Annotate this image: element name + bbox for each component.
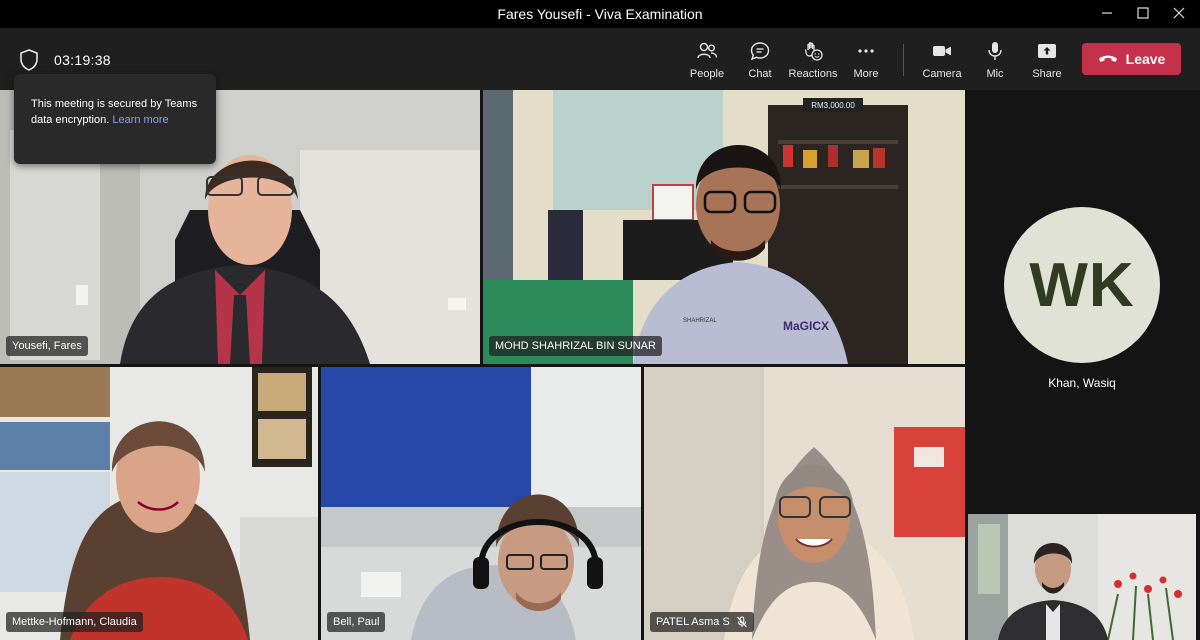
share-icon — [1038, 44, 1056, 58]
leave-label: Leave — [1125, 51, 1166, 67]
people-label: People — [689, 68, 725, 80]
participant-name-tag: MOHD SHAHRIZAL BIN SUNAR — [489, 336, 662, 356]
participant-tile-patel[interactable]: PATEL Asma S — [644, 367, 965, 640]
meeting-timer: 03:19:38 — [54, 52, 111, 68]
participant-name: Yousefi, Fares — [12, 340, 82, 352]
window-title-bar: Fares Yousefi - Viva Examination — [0, 0, 1200, 28]
video-feed — [968, 514, 1196, 640]
participant-name-tag: PATEL Asma S — [650, 612, 754, 632]
participant-name: Bell, Paul — [333, 616, 380, 628]
window-title: Fares Yousefi - Viva Examination — [497, 6, 703, 22]
participant-name: Mettke-Hofmann, Claudia — [12, 616, 137, 628]
mic-label: Mic — [986, 68, 1004, 80]
camera-icon — [933, 46, 951, 56]
participant-avatar-khan[interactable]: WK — [1004, 207, 1160, 363]
more-icon — [858, 49, 874, 53]
people-icon — [697, 42, 718, 59]
participant-name-tag: Bell, Paul — [327, 612, 386, 632]
participant-name: PATEL Asma S — [656, 616, 730, 628]
participant-name-tag: Mettke-Hofmann, Claudia — [6, 612, 143, 632]
reactions-button[interactable]: Reactions — [788, 38, 838, 84]
avatar-initials: WK — [1029, 250, 1135, 320]
participant-name: MOHD SHAHRIZAL BIN SUNAR — [495, 340, 656, 352]
reactions-icon — [804, 42, 823, 61]
shield-icon[interactable] — [18, 48, 40, 72]
participant-tile-shahrizal[interactable]: RM3,000.00 MaGICX SHAHRIZAL MOHD SHAHRIZ… — [483, 90, 965, 364]
mic-off-icon — [736, 616, 747, 628]
minimize-icon — [1102, 12, 1112, 14]
participant-tile-bell[interactable]: Bell, Paul — [321, 367, 641, 640]
camera-label: Camera — [922, 68, 962, 80]
share-label: Share — [1032, 68, 1062, 80]
svg-text:MaGICX: MaGICX — [783, 319, 829, 333]
leave-button[interactable]: Leave — [1082, 43, 1181, 75]
share-button[interactable]: Share — [1030, 38, 1064, 84]
video-feed — [644, 367, 965, 640]
camera-button[interactable]: Camera — [922, 38, 962, 84]
video-feed: RM3,000.00 MaGICX SHAHRIZAL — [483, 90, 965, 364]
people-button[interactable]: People — [688, 38, 726, 84]
maximize-button[interactable] — [1126, 2, 1160, 24]
participant-tile-mettke-hofmann[interactable]: Mettke-Hofmann, Claudia — [0, 367, 318, 640]
svg-text:RM3,000.00: RM3,000.00 — [811, 101, 855, 110]
toolbar-divider — [903, 44, 904, 76]
participant-name-khan: Khan, Wasiq — [1048, 376, 1116, 390]
video-stage: Yousefi, Fares RM3,000.00 MaGICX SHAHRIZ… — [0, 90, 1200, 640]
self-view-tile[interactable] — [968, 514, 1196, 640]
close-button[interactable] — [1162, 2, 1196, 24]
close-icon — [1173, 7, 1185, 19]
video-feed — [321, 367, 641, 640]
more-button[interactable]: More — [850, 38, 882, 84]
minimize-button[interactable] — [1090, 2, 1124, 24]
more-label: More — [853, 68, 879, 80]
mic-button[interactable]: Mic — [982, 38, 1008, 84]
maximize-icon — [1137, 7, 1149, 19]
chat-label: Chat — [748, 68, 772, 80]
reactions-label: Reactions — [788, 68, 838, 80]
svg-text:SHAHRIZAL: SHAHRIZAL — [683, 318, 717, 324]
participant-name-tag: Yousefi, Fares — [6, 336, 88, 356]
chat-icon — [750, 42, 770, 61]
chat-button[interactable]: Chat — [744, 38, 776, 84]
encryption-tooltip: This meeting is secured by Teams data en… — [14, 74, 216, 164]
video-feed — [0, 367, 318, 640]
mic-icon — [988, 42, 1002, 60]
phone-hangup-icon — [1098, 55, 1117, 62]
learn-more-link[interactable]: Learn more — [112, 114, 168, 126]
